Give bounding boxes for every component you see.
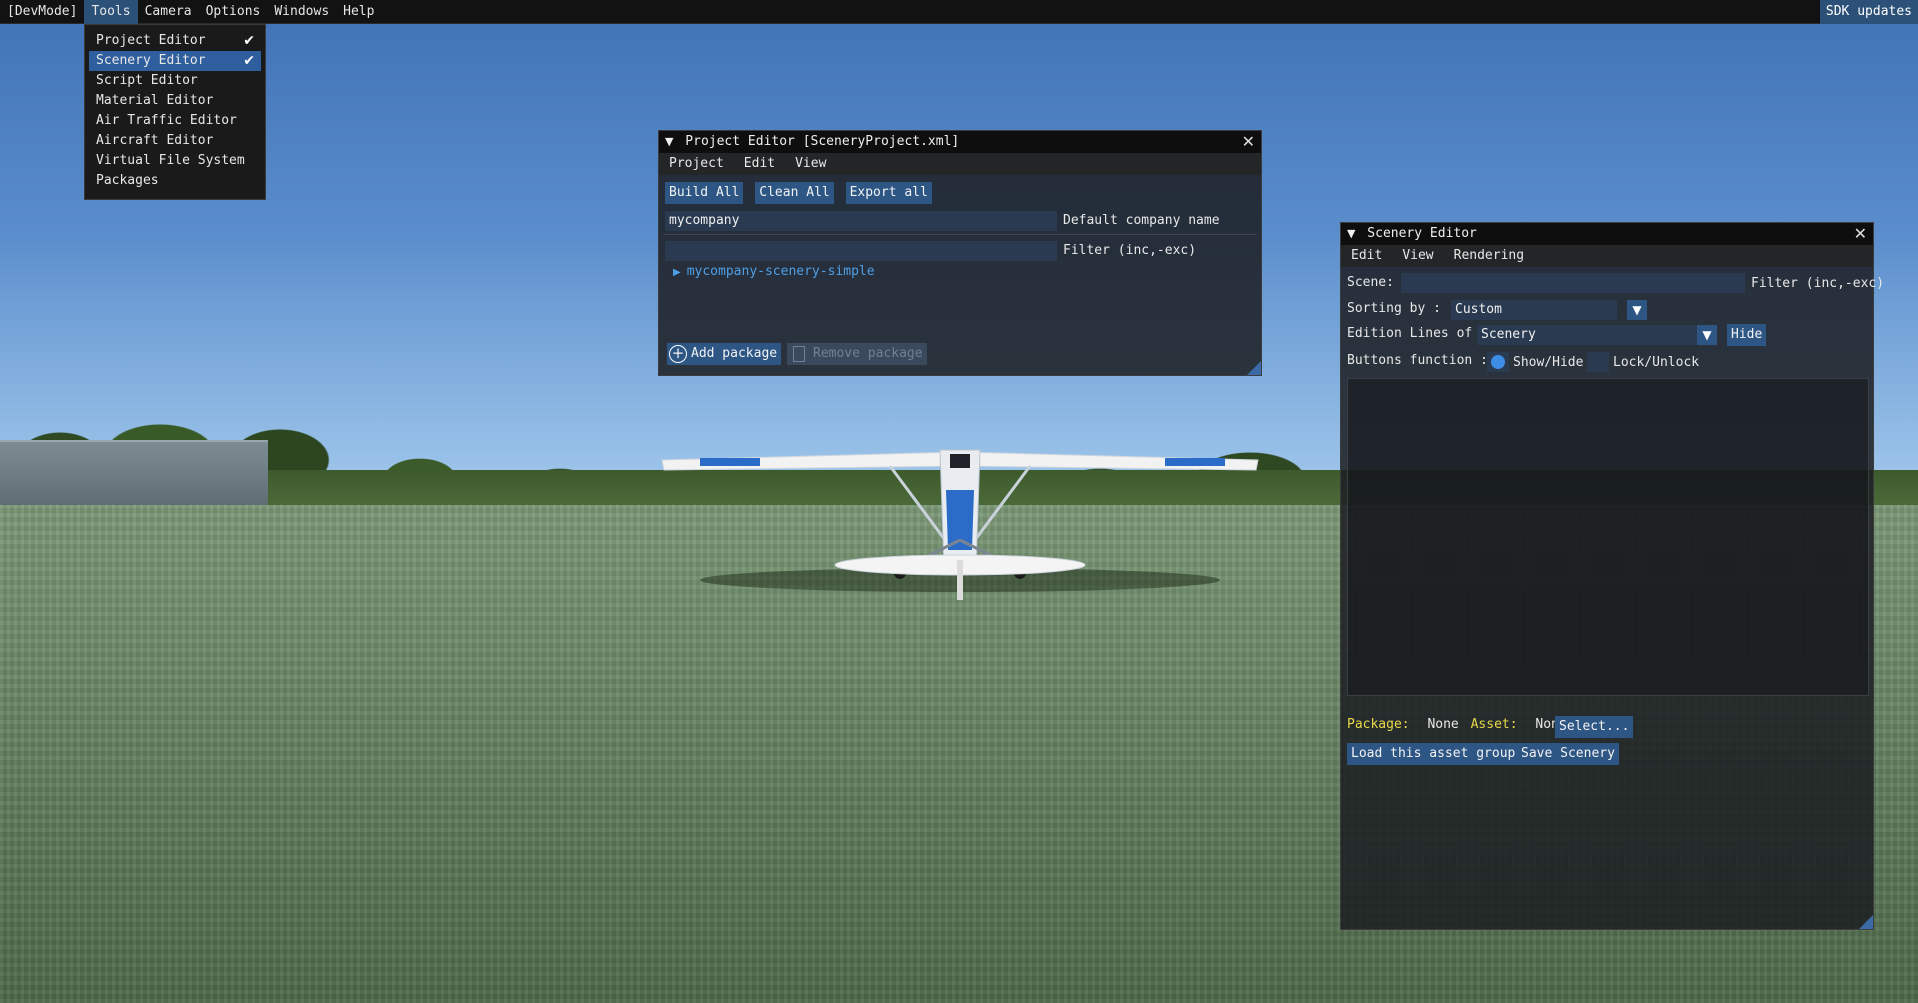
menu-view[interactable]: View	[1392, 245, 1443, 267]
remove-package-label: Remove package	[813, 346, 923, 361]
menu-item-label: Project Editor	[96, 33, 206, 48]
package-label: Package:	[1347, 717, 1410, 732]
menu-edit[interactable]: Edit	[1341, 245, 1392, 267]
window-title: Scenery Editor	[1367, 226, 1477, 241]
hangar-building	[0, 440, 268, 512]
edition-lines-label: Edition Lines of	[1347, 326, 1473, 341]
hide-button[interactable]: Hide	[1727, 324, 1767, 346]
menu-options[interactable]: Options	[199, 0, 268, 24]
dropdown-arrow-icon[interactable]: ▼	[1697, 325, 1717, 345]
menu-rendering[interactable]: Rendering	[1444, 245, 1534, 267]
menu-item-virtual-file-system[interactable]: Virtual File System	[89, 151, 261, 171]
menu-item-scenery-editor[interactable]: Scenery Editor ✔	[89, 51, 261, 71]
menu-edit[interactable]: Edit	[734, 153, 785, 175]
scenery-editor-titlebar[interactable]: ▼ Scenery Editor ✕	[1341, 223, 1873, 245]
filter-label: Filter (inc,-exc)	[1063, 243, 1197, 258]
plus-circle-icon: +	[669, 344, 687, 363]
filter-input[interactable]	[665, 241, 1057, 261]
select-asset-button[interactable]: Select...	[1555, 716, 1634, 738]
menu-item-project-editor[interactable]: Project Editor ✔	[89, 31, 261, 51]
scene-filter-label: Filter (inc,-exc)	[1751, 276, 1885, 291]
project-editor-titlebar[interactable]: ▼ Project Editor [SceneryProject.xml] ✕	[659, 131, 1261, 153]
tree-item-label: mycompany-scenery-simple	[686, 264, 875, 279]
close-icon[interactable]: ✕	[1242, 131, 1255, 153]
menu-item-script-editor[interactable]: Script Editor	[89, 71, 261, 91]
tree-item-package[interactable]: ▶ mycompany-scenery-simple	[673, 264, 875, 279]
company-name-label: Default company name	[1063, 213, 1220, 228]
buttons-function-label: Buttons function :	[1347, 353, 1488, 368]
scenery-editor-window: ▼ Scenery Editor ✕ Edit View Rendering S…	[1340, 222, 1884, 930]
lock-unlock-label: Lock/Unlock	[1613, 355, 1700, 370]
dropdown-arrow-icon[interactable]: ▼	[1627, 300, 1647, 320]
project-editor-window: ▼ Project Editor [SceneryProject.xml] ✕ …	[658, 130, 1262, 376]
menu-item-label: Aircraft Editor	[96, 133, 214, 148]
resize-grip[interactable]	[1247, 361, 1261, 375]
menu-item-air-traffic-editor[interactable]: Air Traffic Editor	[89, 111, 261, 131]
menu-tools[interactable]: Tools	[84, 0, 138, 24]
checkmark-icon: ✔	[243, 53, 255, 69]
lock-unlock-radio[interactable]	[1587, 352, 1609, 372]
window-title: Project Editor [SceneryProject.xml]	[685, 134, 960, 149]
menu-item-label: Script Editor	[96, 73, 198, 88]
add-package-label: Add package	[691, 346, 778, 361]
menu-item-material-editor[interactable]: Material Editor	[89, 91, 261, 111]
checkmark-icon: ✔	[243, 33, 255, 49]
scenery-editor-menubar: Edit View Rendering	[1341, 245, 1873, 267]
expand-arrow-icon[interactable]: ▶	[673, 267, 681, 278]
export-all-button[interactable]: Export all	[845, 182, 932, 204]
menu-camera[interactable]: Camera	[138, 0, 199, 24]
package-asset-row: Package: None Asset: None	[1347, 717, 1567, 732]
project-editor-menubar: Project Edit View	[659, 153, 1261, 175]
radio-selected-icon	[1491, 355, 1505, 369]
menu-item-label: Virtual File System	[96, 153, 245, 168]
tools-dropdown-menu: Project Editor ✔ Scenery Editor ✔ Script…	[84, 24, 266, 200]
menu-item-packages[interactable]: Packages	[89, 171, 261, 191]
add-package-button[interactable]: + Add package	[667, 343, 782, 365]
menu-project[interactable]: Project	[659, 153, 734, 175]
asset-label: Asset:	[1470, 717, 1518, 732]
divider	[663, 234, 1257, 235]
resize-grip[interactable]	[1859, 915, 1873, 929]
show-hide-label: Show/Hide	[1513, 355, 1584, 370]
company-name-input[interactable]: mycompany	[665, 211, 1057, 231]
scene-input[interactable]	[1401, 273, 1745, 293]
edition-lines-select[interactable]: Scenery	[1477, 325, 1703, 345]
close-icon[interactable]: ✕	[1854, 223, 1867, 245]
menu-view[interactable]: View	[785, 153, 836, 175]
main-menubar: [DevMode] Tools Camera Options Windows H…	[0, 0, 1918, 24]
menu-windows[interactable]: Windows	[267, 0, 336, 24]
sdk-updates-button[interactable]: SDK updates	[1819, 0, 1918, 24]
save-scenery-button[interactable]: Save Scenery	[1517, 743, 1619, 765]
menu-devmode[interactable]: [DevMode]	[0, 0, 84, 24]
aircraft	[661, 449, 1259, 600]
show-hide-radio[interactable]	[1487, 352, 1509, 372]
sorting-label: Sorting by :	[1347, 301, 1441, 316]
build-all-button[interactable]: Build All	[665, 182, 744, 204]
menu-item-label: Air Traffic Editor	[96, 113, 237, 128]
package-value: None	[1427, 717, 1459, 732]
menu-item-label: Packages	[96, 173, 159, 188]
collapse-triangle-icon[interactable]: ▼	[1347, 223, 1355, 245]
collapse-triangle-icon[interactable]: ▼	[665, 131, 673, 153]
menu-item-label: Scenery Editor	[96, 53, 206, 68]
scene-label: Scene:	[1347, 275, 1394, 290]
menu-item-aircraft-editor[interactable]: Aircraft Editor	[89, 131, 261, 151]
scenery-objects-list[interactable]	[1347, 378, 1869, 696]
trash-icon	[793, 345, 805, 362]
menu-item-label: Material Editor	[96, 93, 214, 108]
project-toolbar: Build All Clean All Export all	[665, 182, 932, 204]
load-asset-group-button[interactable]: Load this asset group	[1347, 743, 1520, 765]
clean-all-button[interactable]: Clean All	[755, 182, 834, 204]
sorting-select[interactable]: Custom	[1451, 300, 1617, 320]
remove-package-button[interactable]: Remove package	[787, 343, 927, 365]
menu-help[interactable]: Help	[336, 0, 381, 24]
